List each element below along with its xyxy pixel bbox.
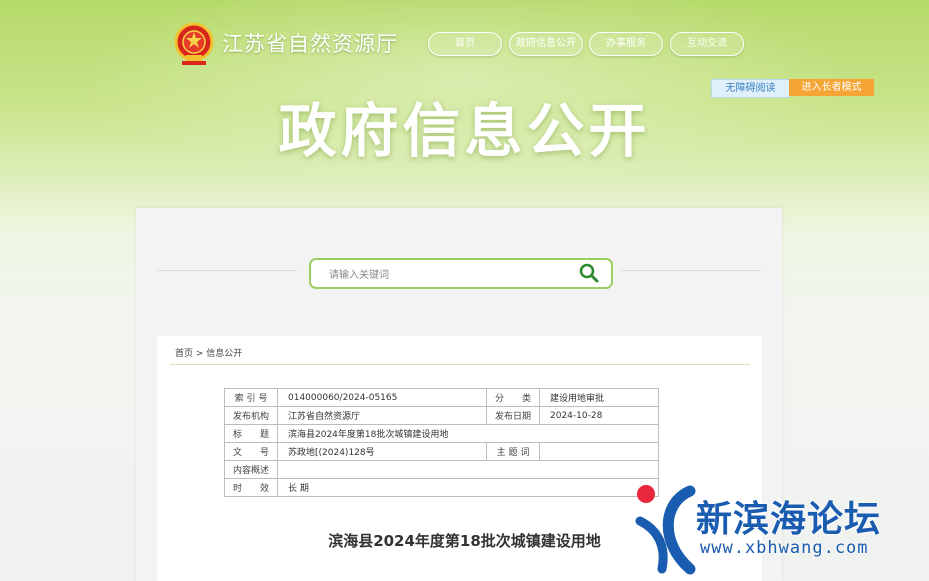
- search-icon[interactable]: [579, 263, 599, 283]
- nav-home[interactable]: 首页: [428, 32, 502, 56]
- table-row: 标 题 滨海县2024年度第18批次城镇建设用地: [224, 424, 659, 443]
- banner-title: 政府信息公开: [278, 97, 651, 165]
- table-row: 时 效 长 期: [224, 478, 659, 497]
- nav-gov-info[interactable]: 政府信息公开: [509, 32, 583, 56]
- nav-services[interactable]: 办事服务: [589, 32, 663, 56]
- watermark-url: www.xbhwang.com: [700, 538, 869, 558]
- table-row: 索 引 号 014000060/2024-05165 分 类 建设用地审批: [224, 388, 659, 407]
- date-value: 2024-10-28: [539, 406, 659, 425]
- docno-label: 文 号: [224, 442, 278, 461]
- watermark-name: 新滨海论坛: [696, 499, 882, 540]
- index-value: 014000060/2024-05165: [277, 388, 487, 407]
- index-label: 索 引 号: [224, 388, 278, 407]
- publisher-value: 江苏省自然资源厅: [277, 406, 487, 425]
- site-title[interactable]: 江苏省自然资源厅: [222, 28, 398, 58]
- summary-label: 内容概述: [224, 460, 278, 479]
- publisher-label: 发布机构: [224, 406, 278, 425]
- nav-interaction[interactable]: 互动交流: [670, 32, 744, 56]
- national-emblem-icon: [174, 22, 214, 65]
- search-box[interactable]: 请输入关键词: [309, 258, 613, 289]
- search-divider-right: [621, 270, 761, 271]
- table-row: 发布机构 江苏省自然资源厅 发布日期 2024-10-28: [224, 406, 659, 425]
- keyword-label: 主 题 词: [486, 442, 540, 461]
- breadcrumb-divider: [170, 364, 750, 365]
- keyword-value: [539, 442, 659, 461]
- table-row: 内容概述: [224, 460, 659, 479]
- title-label: 标 题: [224, 424, 278, 443]
- title-value: 滨海县2024年度第18批次城镇建设用地: [277, 424, 659, 443]
- date-label: 发布日期: [486, 406, 540, 425]
- metadata-table: 索 引 号 014000060/2024-05165 分 类 建设用地审批 发布…: [224, 388, 659, 497]
- category-value: 建设用地审批: [539, 388, 659, 407]
- table-row: 文 号 苏政地[(2024)128号 主 题 词: [224, 442, 659, 461]
- validity-label: 时 效: [224, 478, 278, 497]
- summary-value: [277, 460, 659, 479]
- docno-value: 苏政地[(2024)128号: [277, 442, 487, 461]
- validity-value: 长 期: [277, 478, 659, 497]
- search-divider-left: [157, 270, 297, 271]
- category-label: 分 类: [486, 388, 540, 407]
- search-input[interactable]: 请输入关键词: [329, 266, 389, 281]
- breadcrumb[interactable]: 首页 > 信息公开: [175, 346, 242, 359]
